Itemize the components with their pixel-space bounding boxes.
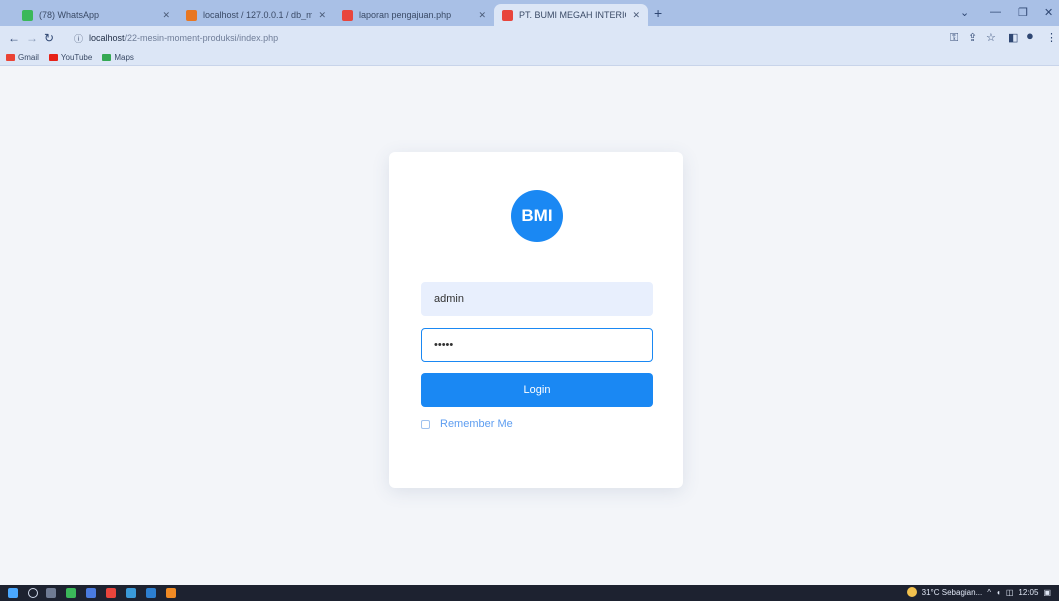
youtube-icon: [48, 54, 58, 61]
bmi-logo: BMI: [511, 190, 563, 242]
browser-toolbar: ← → ↻ ⓘ localhost /22-mesin-moment-produ…: [0, 26, 1059, 50]
tab-whatsapp[interactable]: (78) WhatsApp ✕: [14, 4, 178, 26]
maps-icon: [102, 54, 112, 61]
close-window-icon[interactable]: ✕: [1044, 6, 1053, 19]
chrome-icon[interactable]: [106, 588, 116, 598]
bookmark-label: Gmail: [18, 53, 39, 62]
url-host: localhost: [89, 33, 125, 43]
menu-kebab-icon[interactable]: ⋮: [1046, 32, 1057, 44]
tab-bumi-megah[interactable]: PT. BUMI MEGAH INTERIOR ✕: [494, 4, 648, 26]
bookmark-maps[interactable]: Maps: [102, 53, 134, 62]
volume-icon[interactable]: ◖: [996, 588, 1001, 597]
password-input[interactable]: [421, 328, 653, 362]
address-bar[interactable]: ⓘ localhost /22-mesin-moment-produksi/in…: [70, 29, 940, 47]
bookmarks-bar: Gmail YouTube Maps: [0, 50, 1059, 66]
remember-me-label: Remember Me: [440, 418, 513, 430]
minimize-icon[interactable]: —: [990, 6, 1001, 18]
login-button[interactable]: Login: [421, 373, 653, 407]
taskbar-app-icon[interactable]: [66, 588, 76, 598]
tab-title: (78) WhatsApp: [39, 10, 100, 20]
weather-icon[interactable]: [906, 587, 917, 597]
remember-me[interactable]: Remember Me: [421, 418, 513, 430]
bookmark-youtube[interactable]: YouTube: [48, 53, 93, 62]
url-path: /22-mesin-moment-produksi/index.php: [124, 33, 279, 43]
gmail-icon: [6, 54, 15, 61]
browser-tab-strip: (78) WhatsApp ✕ localhost / 127.0.0.1 / …: [0, 0, 1059, 26]
close-tab-icon[interactable]: ✕: [632, 10, 640, 21]
key-icon[interactable]: ⚿: [950, 32, 958, 44]
phpmyadmin-favicon-icon: [186, 9, 197, 21]
back-arrow-icon[interactable]: ←: [8, 31, 20, 45]
close-tab-icon[interactable]: ✕: [478, 10, 486, 21]
reload-icon[interactable]: ↻: [44, 31, 54, 45]
tab-phpmyadmin[interactable]: localhost / 127.0.0.1 / db_mesin ✕: [178, 4, 334, 26]
bookmark-label: Maps: [114, 53, 134, 62]
page-favicon-icon: [342, 9, 353, 21]
tab-title: PT. BUMI MEGAH INTERIOR: [519, 10, 627, 20]
notifications-icon[interactable]: ▣: [1043, 588, 1051, 597]
task-view-icon[interactable]: [46, 588, 56, 598]
forward-arrow-icon[interactable]: →: [26, 31, 38, 45]
taskbar-app-icon[interactable]: [126, 588, 136, 598]
share-icon[interactable]: ⇪: [968, 32, 977, 44]
bookmark-gmail[interactable]: Gmail: [6, 53, 39, 62]
taskbar-app-icon[interactable]: [86, 588, 96, 598]
extensions-icon[interactable]: ◧: [1008, 32, 1018, 44]
tray-chevron-icon[interactable]: ^: [987, 588, 991, 597]
tab-laporan[interactable]: laporan pengajuan.php ✕: [334, 4, 494, 26]
system-tray: 31°C Sebagian... ^ ◖ ◫ 12:05 ▣: [906, 587, 1051, 597]
vscode-icon[interactable]: [146, 588, 156, 598]
login-card: BMI Login Remember Me: [389, 152, 683, 488]
weather-text[interactable]: 31°C Sebagian...: [922, 588, 983, 597]
bookmark-star-icon[interactable]: ☆: [986, 32, 996, 44]
search-icon[interactable]: [28, 588, 38, 598]
tab-search-chevron-icon[interactable]: ⌄: [960, 6, 969, 19]
username-input[interactable]: [421, 282, 653, 316]
taskbar: 31°C Sebagian... ^ ◖ ◫ 12:05 ▣: [0, 585, 1059, 601]
tab-title: localhost / 127.0.0.1 / db_mesin: [203, 10, 313, 20]
close-tab-icon[interactable]: ✕: [162, 10, 170, 21]
bookmark-label: YouTube: [60, 53, 93, 62]
network-icon[interactable]: ◫: [1006, 588, 1014, 597]
site-info-icon[interactable]: ⓘ: [74, 32, 83, 45]
restore-icon[interactable]: ❐: [1018, 6, 1028, 19]
start-windows-icon[interactable]: [8, 588, 18, 598]
clock[interactable]: 12:05: [1018, 588, 1038, 597]
xampp-icon[interactable]: [166, 588, 176, 598]
remember-me-checkbox[interactable]: [421, 419, 430, 429]
new-tab-icon[interactable]: +: [654, 6, 662, 20]
close-tab-icon[interactable]: ✕: [318, 10, 326, 21]
profile-avatar-icon[interactable]: ●: [1026, 29, 1034, 42]
whatsapp-favicon-icon: [22, 9, 33, 21]
tab-title: laporan pengajuan.php: [359, 10, 452, 20]
page-favicon-icon: [502, 9, 513, 21]
